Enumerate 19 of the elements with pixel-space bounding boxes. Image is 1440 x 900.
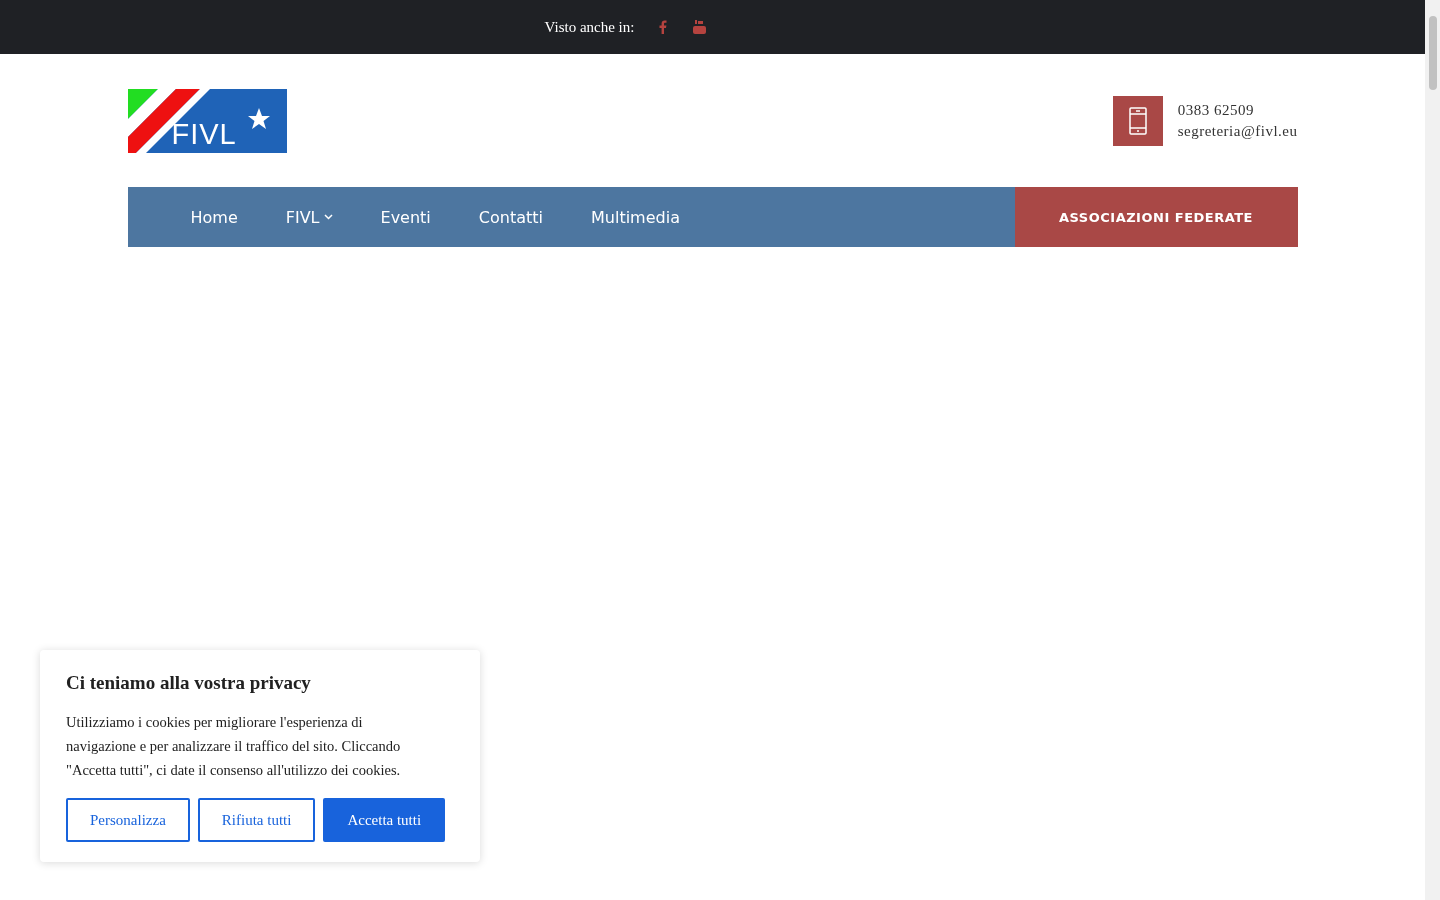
phone-number: 0383 62509 xyxy=(1177,102,1255,119)
chevron-down-icon xyxy=(323,214,333,220)
seen-on-label: Visto anche in: xyxy=(544,18,635,36)
phone-icon xyxy=(1112,96,1163,146)
cookie-option-button[interactable]: Rifiuta tutti xyxy=(197,798,316,842)
nav-link[interactable]: Multimedia xyxy=(591,207,680,227)
nav-link[interactable]: FIVL xyxy=(285,207,333,227)
logo[interactable]: FIVL xyxy=(127,89,287,153)
cookie-banner-title: Ci teniamo alla vostra privacy xyxy=(66,672,312,694)
federated-associations-button[interactable]: ASSOCIAZIONI FEDERATE xyxy=(1014,187,1298,247)
cookie-option-button[interactable]: Personalizza xyxy=(66,798,190,842)
scrollbar[interactable] xyxy=(1425,0,1440,900)
nav-link[interactable]: Contatti xyxy=(478,207,543,227)
facebook-icon xyxy=(659,20,668,34)
nav-link[interactable]: Home xyxy=(190,207,238,227)
email-address: segreteria@fivl.eu xyxy=(1177,123,1298,140)
cookie-banner-text: Utilizziamo i cookies per migliorare l'esperienza di navigazione e per analizzare il traffico del sito. Cliccando "Accetta tutti", ci date il consenso all'utilizzo dei cookies. xyxy=(66,713,402,780)
accept-button[interactable]: Accetta tutti xyxy=(323,798,446,842)
nav-link[interactable]: Eventi xyxy=(380,207,431,227)
